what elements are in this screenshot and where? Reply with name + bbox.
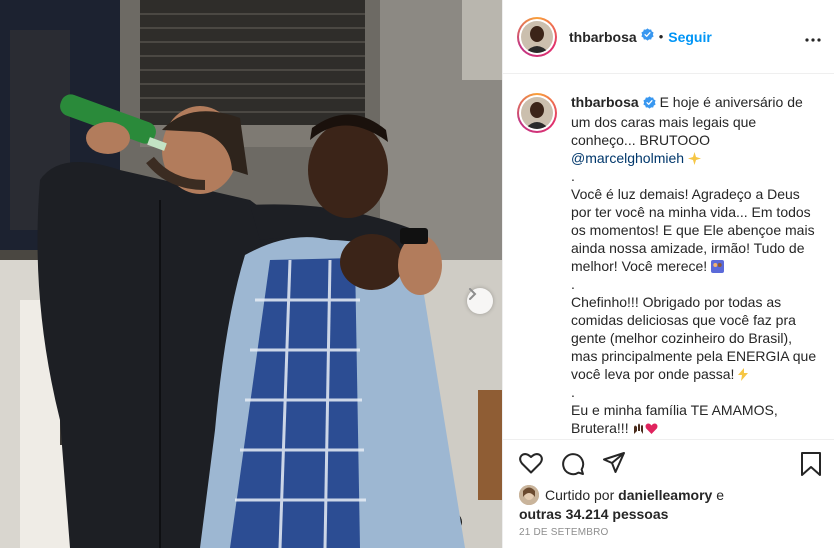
header-username[interactable]: thbarbosa [569,29,637,45]
follow-button[interactable]: Seguir [668,29,712,45]
lightning-icon [738,367,751,381]
share-icon[interactable] [602,452,626,479]
post-photo[interactable] [0,0,502,548]
action-icons-row [519,452,822,481]
caption-comment: thbarbosa E hoje é aniversário de um dos… [517,93,821,437]
caption-text: thbarbosa E hoje é aniversário de um dos… [571,93,821,437]
likes-summary: Curtido por danielleamory e outras 34.21… [519,485,724,523]
carousel-next-icon [469,288,477,300]
caption-area[interactable]: thbarbosa E hoje é aniversário de um dos… [503,75,834,438]
verified-icon [641,27,654,46]
post-header: thbarbosa • Seguir [503,0,834,74]
caption-para2: . Chefinho!!! Obrigado por todas as comi… [571,276,817,382]
caption-mention[interactable]: @marcelgholmieh [571,150,684,166]
post-date[interactable]: 21 de setembro [519,527,609,538]
caption-para1: . Você é luz demais! Agradeço a Deus por… [571,168,815,274]
post-actions: Curtido por danielleamory e outras 34.21… [503,439,834,548]
avatar[interactable] [517,16,557,57]
carousel-next-button[interactable] [467,288,493,314]
photo-illustration [0,0,502,548]
heart-emoji-icon [645,421,658,434]
heart-icon[interactable] [519,452,543,479]
likes-prefix: Curtido por [545,487,615,503]
liker-username[interactable]: danielleamory [618,487,712,503]
caption-para3: . Eu e minha família TE AMAMOS, Brutera!… [571,384,778,436]
people-hugging-icon [711,259,725,273]
more-options-icon[interactable] [805,29,821,47]
likes-joiner: e [716,487,724,503]
bookmark-icon[interactable] [800,452,822,481]
avatar-image [521,20,553,53]
sparkles-icon [687,151,701,165]
header-separator: • [658,29,664,44]
caption-username[interactable]: thbarbosa [571,94,639,110]
raised-hands-icon [632,421,645,434]
liker-avatar[interactable] [519,485,539,505]
caption-avatar[interactable] [517,93,557,133]
likes-count[interactable]: outras 34.214 pessoas [519,506,668,522]
comment-icon[interactable] [561,452,585,481]
post-side-panel: thbarbosa • Seguir thbarbosa E hoje é an… [502,0,834,548]
verified-icon [643,95,656,113]
